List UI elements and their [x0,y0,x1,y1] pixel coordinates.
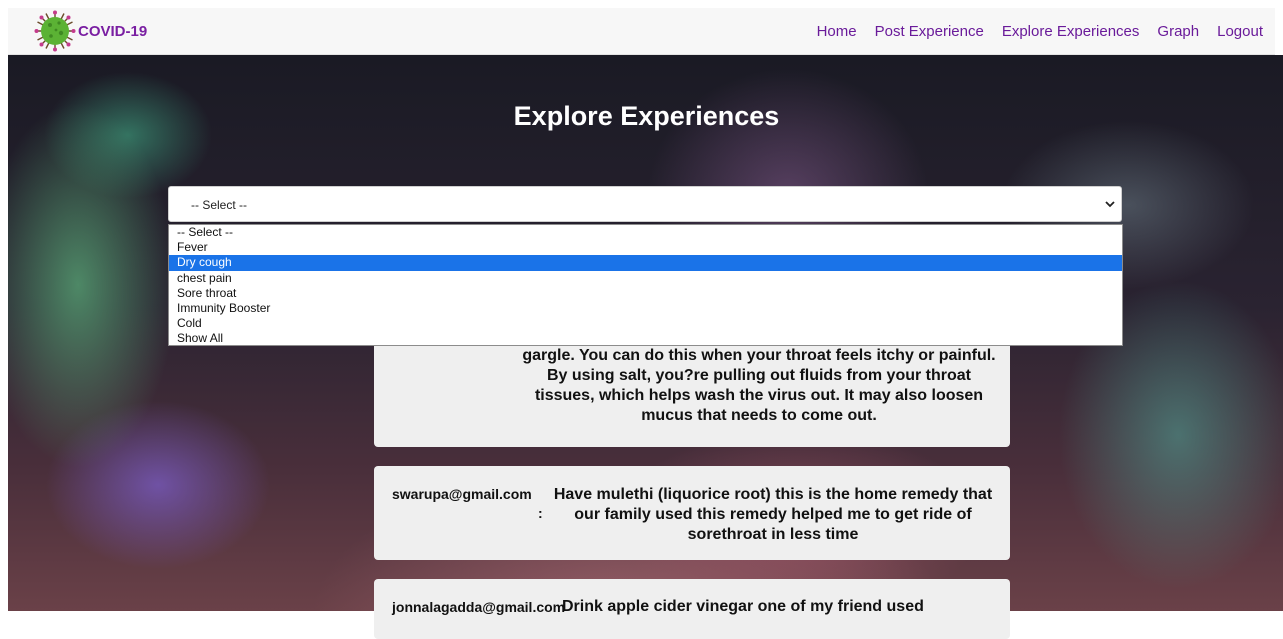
option-select[interactable]: -- Select -- [169,225,1122,240]
option-immunity-booster[interactable]: Immunity Booster [169,301,1122,316]
option-fever[interactable]: Fever [169,240,1122,255]
brand-name: COVID-19 [78,22,148,40]
top-navbar: COVID-19 Home Post Experience Explore Ex… [8,8,1275,55]
symptom-select[interactable]: -- Select -- [168,186,1122,222]
experience-email: jonnalagadda@gmail.com [392,599,566,615]
nav-menu: Home Post Experience Explore Experiences… [799,8,1263,54]
experience-text: gargle. You can do this when your throat… [522,347,996,424]
select-dropdown-list: -- Select -- Fever Dry cough chest pain … [168,224,1123,346]
option-show-all[interactable]: Show All [169,331,1122,346]
select-value: -- Select -- [191,198,248,212]
nav-graph[interactable]: Graph [1157,23,1199,40]
nav-explore-experiences[interactable]: Explore Experiences [1002,23,1140,40]
virus-icon [34,10,76,52]
page-title: Explore Experiences [513,101,780,131]
nav-logout[interactable]: Logout [1217,23,1263,40]
experience-card: jonnalagadda@gmail.com Drink apple cider… [374,579,1010,639]
brand[interactable]: COVID-19 [34,10,147,52]
experience-separator: : [538,505,543,521]
experience-email: swarupa@gmail.com [392,486,532,502]
option-sore-throat[interactable]: Sore throat [169,286,1122,301]
chevron-down-icon [1105,201,1115,208]
experience-text: Drink apple cider vinegar one of my frie… [562,598,924,615]
nav-home[interactable]: Home [817,23,857,40]
option-dry-cough[interactable]: Dry cough [169,255,1122,271]
nav-post-experience[interactable]: Post Experience [875,23,984,40]
experience-card: swarupa@gmail.com : Have mulethi (liquor… [374,466,1010,560]
experience-text: Have mulethi (liquorice root) this is th… [553,486,993,543]
option-cold[interactable]: Cold [169,316,1122,331]
option-chest-pain[interactable]: chest pain [169,271,1122,286]
